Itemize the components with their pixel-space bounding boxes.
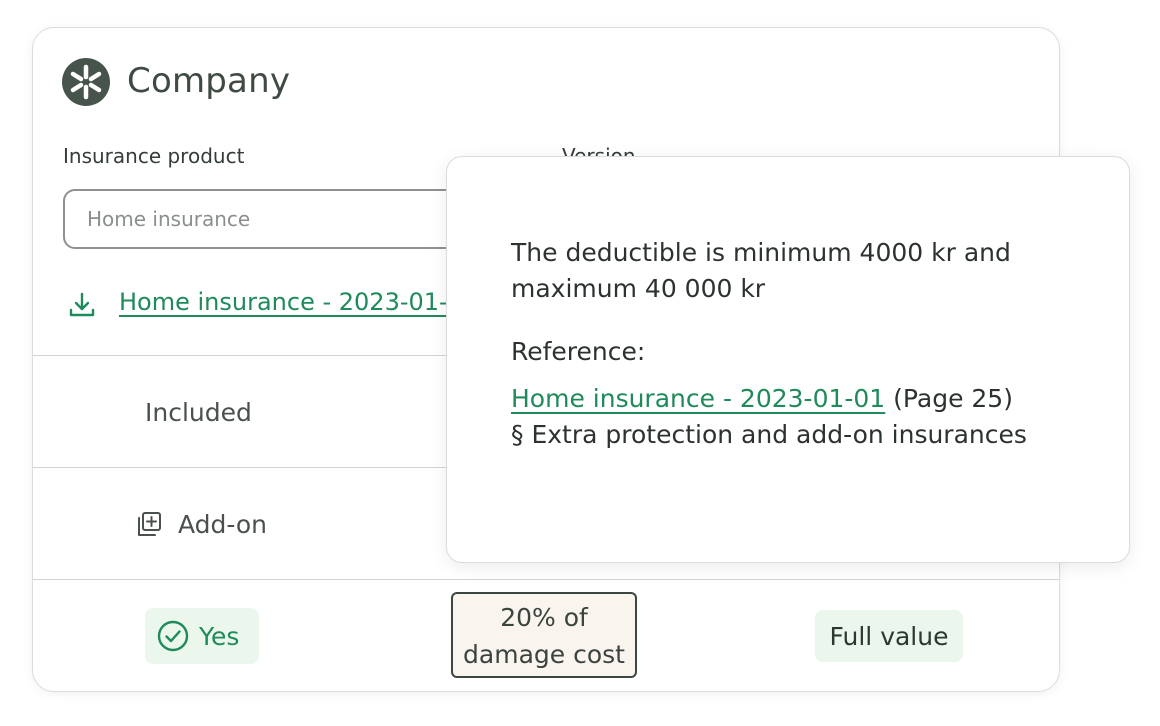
reference-page: (Page 25)	[893, 384, 1013, 413]
reference-block: Home insurance - 2023-01-01 (Page 25) § …	[511, 381, 1071, 453]
reference-section: § Extra protection and add-on insurances	[511, 420, 1027, 449]
add-on-label: Add-on	[178, 510, 268, 539]
reference-link[interactable]: Home insurance - 2023-01-01	[511, 384, 885, 413]
add-on-icon	[138, 512, 161, 536]
full-value-badge: Full value	[815, 610, 963, 662]
deductible-value[interactable]: 20% of damage cost	[451, 592, 637, 678]
insurance-product-label: Insurance product	[63, 144, 245, 168]
insurance-product-placeholder: Home insurance	[87, 207, 251, 231]
popover-text: The deductible is minimum 4000 kr and ma…	[511, 238, 1011, 303]
deductible-popover: The deductible is minimum 4000 kr and ma…	[446, 156, 1130, 563]
deductible-line-2: damage cost	[463, 640, 625, 669]
full-value-label: Full value	[829, 621, 949, 651]
yes-label: Yes	[199, 621, 240, 651]
company-logo-icon	[62, 58, 110, 106]
divider	[33, 579, 1059, 580]
document-link[interactable]: Home insurance - 2023-01-01	[119, 288, 478, 316]
reference-label: Reference:	[511, 337, 646, 366]
deductible-line-1: 20% of	[500, 603, 588, 632]
included-label: Included	[145, 398, 252, 427]
yes-badge: Yes	[145, 608, 259, 664]
download-icon[interactable]	[67, 290, 97, 320]
check-circle-icon	[157, 620, 189, 652]
company-name: Company	[127, 61, 291, 101]
